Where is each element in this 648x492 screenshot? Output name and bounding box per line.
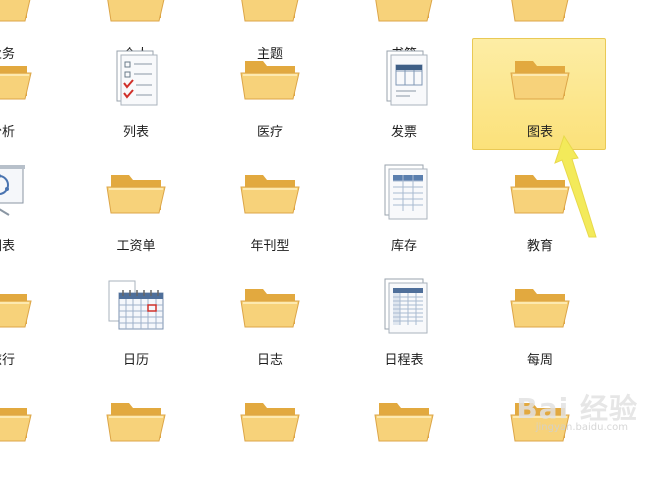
template-tile[interactable]: 分析	[0, 38, 68, 150]
folder-icon	[369, 389, 439, 449]
schedule-icon	[369, 275, 439, 335]
template-gallery: 业务个人主题书籍出席分析列表医疗发票图表图表工资单年刊型库存教育旅行日历日志日程…	[0, 0, 648, 442]
template-tile-label: 日志	[256, 353, 283, 368]
folder-icon	[235, 275, 305, 335]
folder-icon	[101, 389, 171, 449]
template-tile[interactable]: 图表	[472, 38, 606, 150]
template-tile-label: 医疗	[256, 125, 283, 140]
folder-icon	[101, 161, 171, 221]
folder-icon	[0, 275, 37, 335]
template-tile-label: 分析	[0, 125, 15, 140]
folder-icon	[369, 0, 439, 29]
template-tile[interactable]: 医疗	[202, 38, 336, 150]
folder-icon	[235, 47, 305, 107]
template-tile[interactable]: 日历	[68, 266, 202, 378]
template-tile-label: 教育	[526, 239, 553, 254]
folder-icon	[235, 0, 305, 29]
spreadsheet-icon	[369, 161, 439, 221]
template-tile-label: 每周	[526, 353, 553, 368]
template-tile[interactable]: 库存	[336, 152, 470, 264]
template-tile-label: 图表	[526, 125, 553, 140]
template-tile[interactable]	[336, 380, 470, 492]
folder-icon	[0, 47, 37, 107]
folder-icon	[235, 161, 305, 221]
template-tile[interactable]	[202, 380, 336, 492]
template-tile[interactable]	[68, 380, 202, 492]
checklist-icon	[101, 47, 171, 107]
template-tile-label: 年刊型	[250, 239, 290, 254]
template-tile[interactable]: 日志	[202, 266, 336, 378]
folder-icon	[505, 275, 575, 335]
watermark-url: jingyan.baidu.com	[535, 422, 628, 433]
folder-icon	[505, 0, 575, 29]
folder-icon	[505, 47, 575, 107]
template-tile[interactable]: 工资单	[68, 152, 202, 264]
template-tile-label: 图表	[0, 239, 15, 254]
template-tile[interactable]: 旅行	[0, 266, 68, 378]
calendar-icon	[101, 275, 171, 335]
folder-icon	[0, 0, 37, 29]
baidu-watermark: Bai 经验 jingyan.baidu.com	[488, 387, 638, 433]
template-tile-label: 旅行	[0, 353, 15, 368]
template-tile-label: 日程表	[384, 353, 424, 368]
folder-icon	[505, 161, 575, 221]
template-tile[interactable]: 发票	[336, 38, 470, 150]
template-tile-label: 库存	[390, 239, 417, 254]
template-tile[interactable]: 每周	[472, 266, 606, 378]
presentation-board-icon	[0, 161, 37, 221]
folder-icon	[101, 0, 171, 29]
template-tile[interactable]: 日程表	[336, 266, 470, 378]
template-tile[interactable]: 年刊型	[202, 152, 336, 264]
invoice-icon	[369, 47, 439, 107]
template-tile[interactable]: 图表	[0, 152, 68, 264]
template-tile-label: 发票	[390, 125, 417, 140]
template-tile-label: 日历	[122, 353, 149, 368]
watermark-text: Bai 经验	[516, 392, 638, 425]
template-tile-label: 工资单	[116, 239, 156, 254]
template-tile[interactable]	[0, 380, 68, 492]
template-tile[interactable]: 教育	[472, 152, 606, 264]
template-tile[interactable]: 列表	[68, 38, 202, 150]
folder-icon	[0, 389, 37, 449]
template-tile-label: 列表	[122, 125, 149, 140]
folder-icon	[235, 389, 305, 449]
